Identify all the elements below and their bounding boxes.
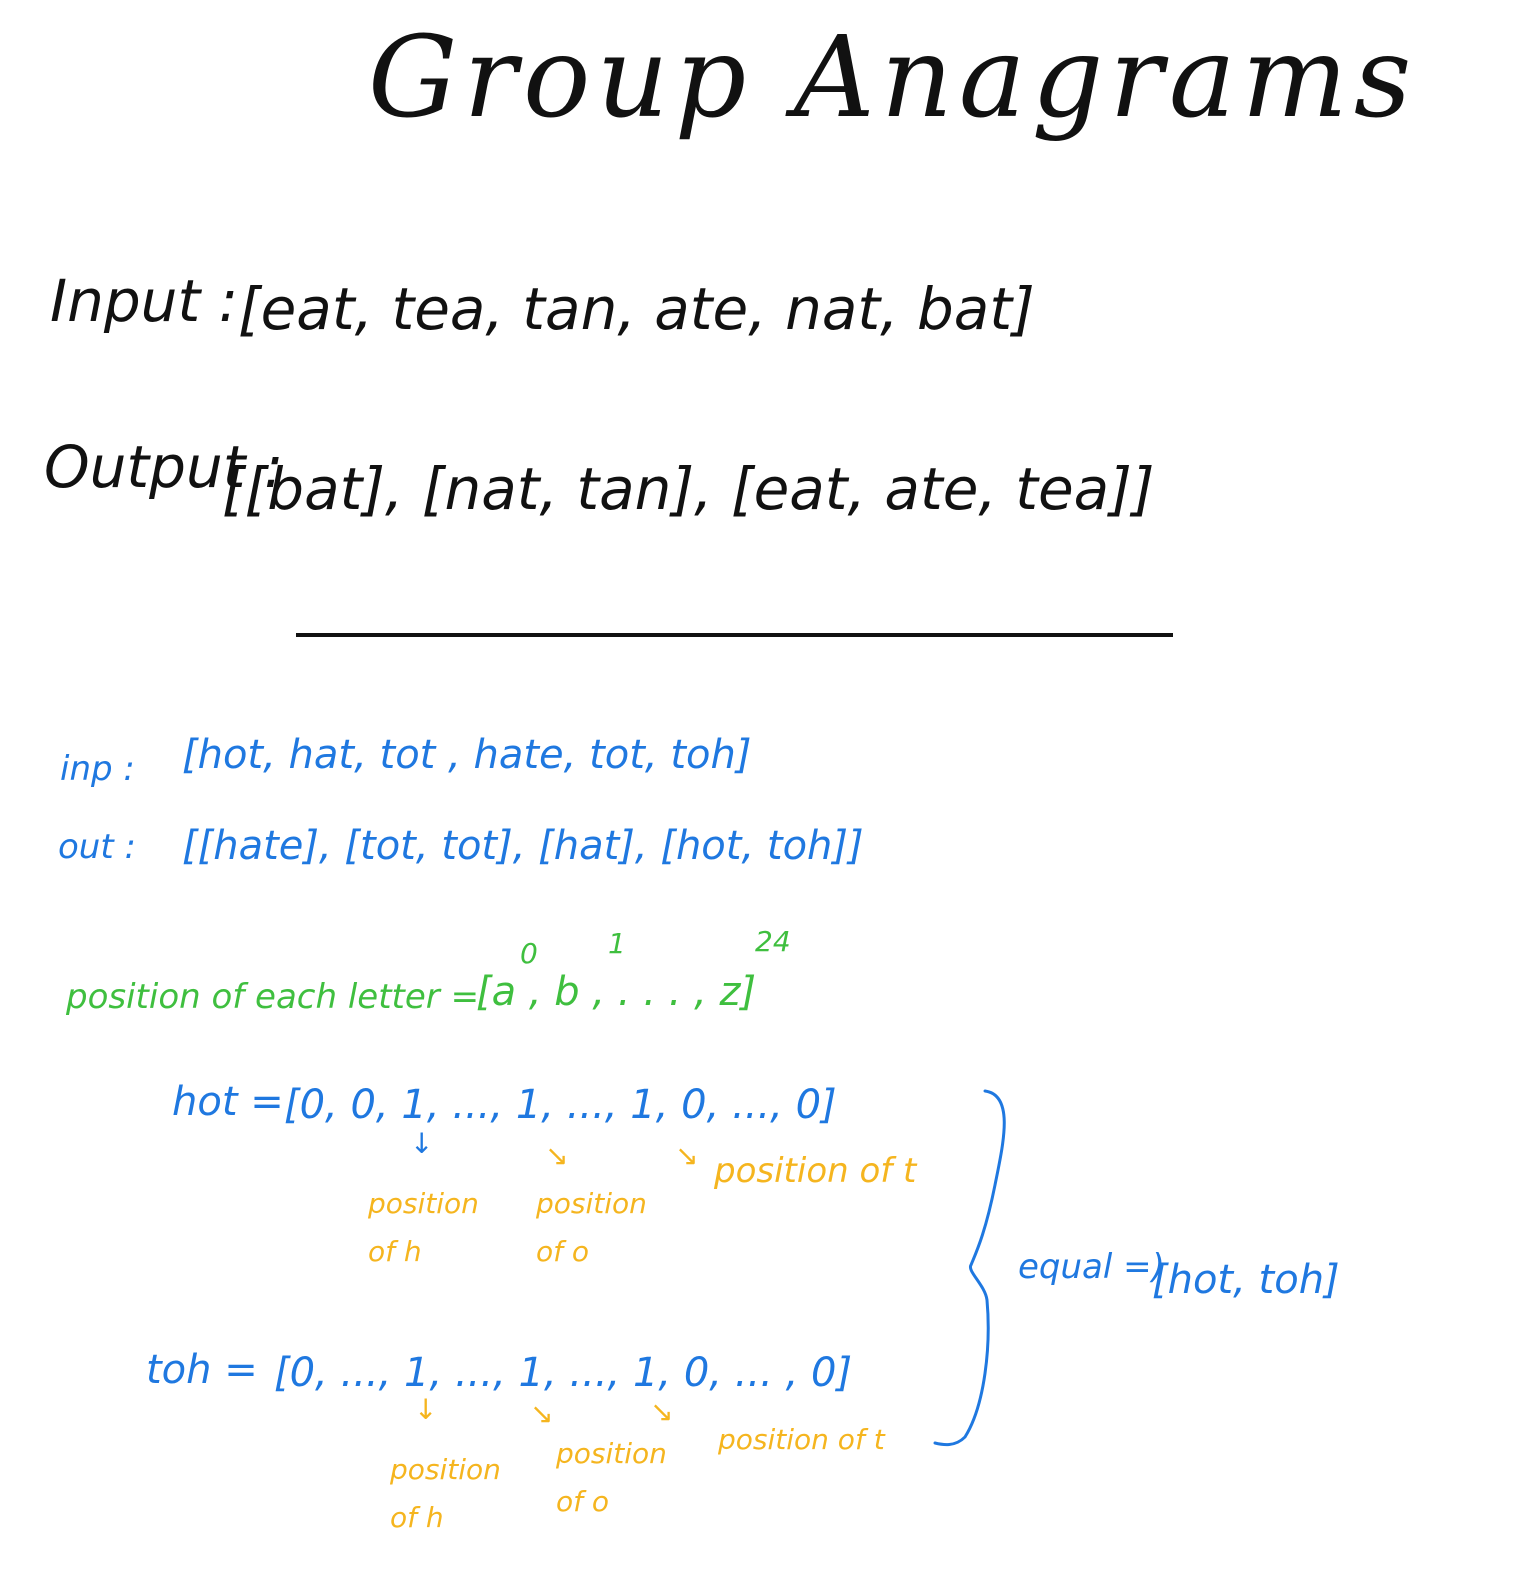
inp-value: [hot, hat, tot , hate, tot, toh] <box>182 732 752 778</box>
input-value: [eat, tea, tan, ate, nat, bat] <box>238 275 1035 343</box>
out-value: [[hate], [tot, tot], [hat], [hot, toh]] <box>182 823 864 869</box>
down-arrow-icon: ↓ <box>410 1127 434 1160</box>
toh-note-t: position of t <box>718 1423 885 1456</box>
index-one: 1 <box>608 927 626 960</box>
section-divider <box>296 633 1173 637</box>
result-value: [hot, toh] <box>1152 1257 1340 1303</box>
equal-text: equal =) <box>1018 1247 1165 1287</box>
toh-note-h: position of h <box>390 1453 501 1534</box>
right-arrow-icon: ↘ <box>675 1139 699 1172</box>
right-arrow-icon: ↘ <box>650 1395 674 1428</box>
out-label: out : <box>58 827 136 867</box>
toh-note-o: position of o <box>556 1437 667 1518</box>
curly-brace-icon <box>933 1089 1006 1447</box>
hot-note-t: position of t <box>714 1151 917 1191</box>
index-last: 24 <box>755 925 791 958</box>
page-title: Group Anagrams <box>368 13 1418 143</box>
hot-note-o: position of o <box>536 1187 647 1268</box>
positions-label: position of each letter = <box>66 977 480 1017</box>
hot-value: [0, 0, 1, ..., 1, ..., 1, 0, ..., 0] <box>284 1082 837 1128</box>
inp-label: inp : <box>60 749 135 789</box>
index-zero: 0 <box>520 937 538 970</box>
hot-note-h: position of h <box>368 1187 479 1268</box>
down-arrow-icon: ↓ <box>414 1393 438 1426</box>
down-arrow-icon: ↘ <box>545 1139 569 1172</box>
toh-value: [0, ..., 1, ..., 1, ..., 1, 0, ... , 0] <box>274 1350 853 1396</box>
output-value: [[bat], [nat, tan], [eat, ate, tea]] <box>222 455 1155 523</box>
input-label: Input : <box>50 267 239 335</box>
toh-label: toh = <box>146 1347 258 1393</box>
hot-label: hot = <box>172 1079 284 1125</box>
right-arrow-icon: ↘ <box>530 1397 554 1430</box>
positions-vector: [a , b , . . . , z] <box>476 969 757 1015</box>
